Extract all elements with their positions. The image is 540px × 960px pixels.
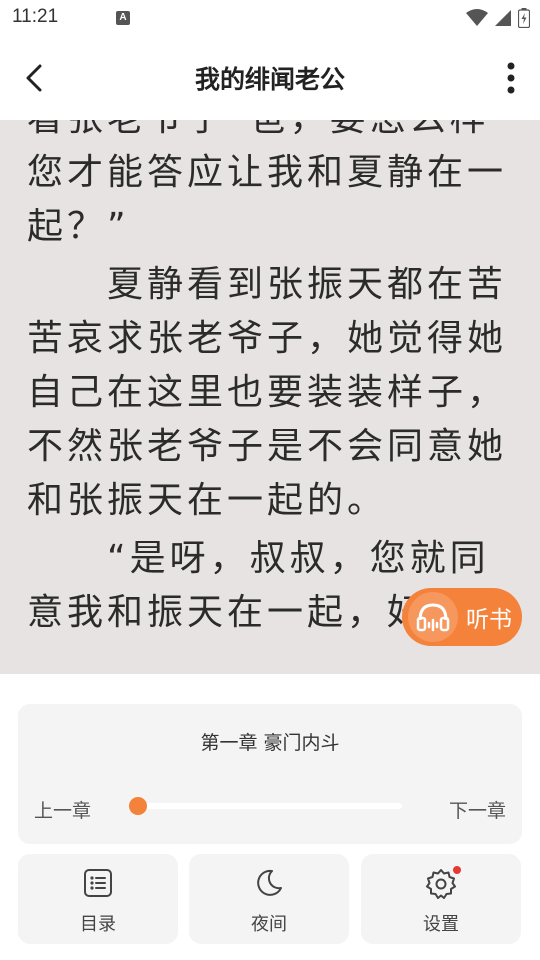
list-icon [18, 868, 178, 900]
listen-label: 听书 [466, 607, 512, 633]
settings-label: 设置 [423, 914, 459, 935]
back-button[interactable] [14, 58, 54, 98]
night-label: 夜间 [251, 914, 287, 935]
settings-button[interactable]: 设置 [361, 854, 521, 944]
battery-icon [518, 8, 530, 28]
status-time: 11:21 [12, 6, 59, 27]
next-chapter-button[interactable]: 下一章 [449, 796, 506, 823]
catalog-button[interactable]: 目录 [18, 854, 178, 944]
chevron-left-icon [26, 64, 42, 92]
status-icons [466, 6, 530, 30]
paragraph: 看张老爷子“爸，要怎么样您才能答应让我和夏静在一起？” [27, 120, 508, 247]
moon-icon [189, 868, 349, 900]
notification-dot [453, 866, 461, 874]
app-header: 我的绯闻老公 [0, 36, 540, 120]
gear-icon [361, 868, 521, 900]
prev-chapter-button[interactable]: 上一章 [34, 796, 91, 823]
status-bar: 11:21 A [0, 0, 540, 36]
chapter-card: 第一章 豪门内斗 上一章 下一章 [18, 704, 522, 844]
cellular-signal-icon [495, 10, 511, 26]
more-options-button[interactable] [496, 58, 526, 98]
chapter-progress-slider[interactable] [129, 797, 402, 815]
catalog-label: 目录 [80, 914, 116, 935]
page-title: 我的绯闻老公 [194, 65, 345, 94]
listen-button[interactable]: 听书 [402, 588, 522, 646]
wifi-icon [466, 9, 488, 26]
more-vertical-icon [507, 62, 515, 94]
headphones-icon [408, 592, 458, 642]
reader-text: 看张老爷子“爸，要怎么样您才能答应让我和夏静在一起？” 夏静看到张振天都在苦苦哀… [27, 120, 518, 644]
notification-icon: A [116, 11, 130, 25]
chapter-title: 第一章 豪门内斗 [200, 732, 340, 754]
slider-thumb[interactable] [129, 797, 147, 815]
paragraph: 夏静看到张振天都在苦苦哀求张老爷子，她觉得她自己在这里也要装装样子，不然张老爷子… [27, 264, 508, 521]
night-mode-button[interactable]: 夜间 [189, 854, 349, 944]
